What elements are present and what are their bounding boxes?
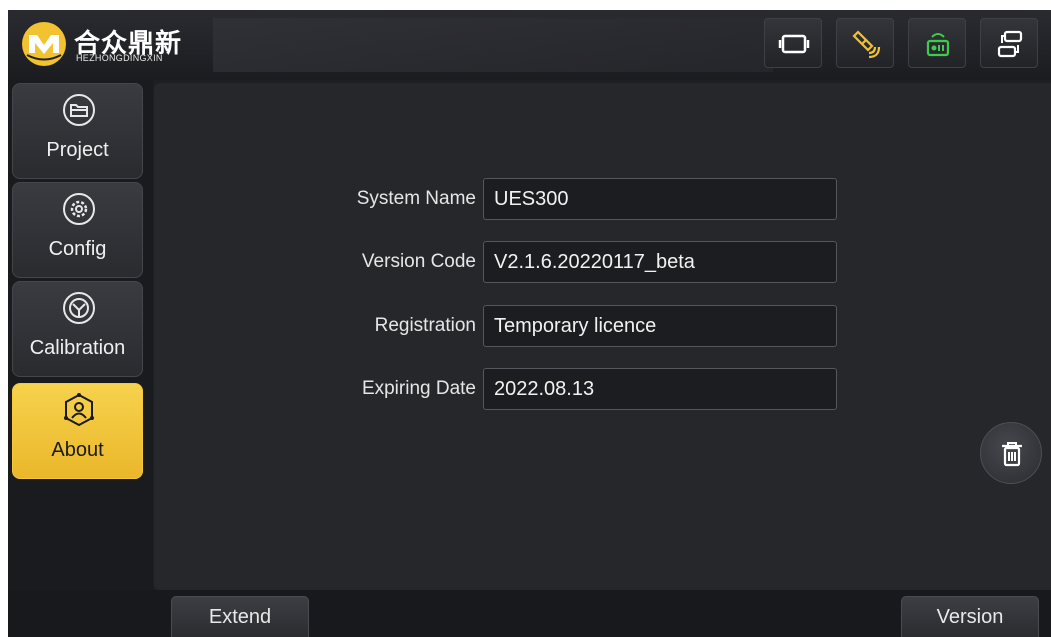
bottom-bar: Extend Version — [8, 590, 1051, 637]
top-bar: 合众鼎新 HEZHONGDINGXIN — [8, 10, 1051, 80]
system-name-field[interactable]: UES300 — [483, 178, 837, 220]
radio-signal-button[interactable] — [908, 18, 966, 68]
screen-frame-button[interactable] — [764, 18, 822, 68]
about-panel: System Name UES300 Version Code V2.1.6.2… — [154, 83, 1051, 590]
sidebar-item-label: Project — [46, 139, 109, 161]
version-code-label: Version Code — [361, 251, 476, 272]
delete-button[interactable] — [980, 422, 1042, 484]
sidebar-item-about[interactable]: About — [12, 383, 143, 479]
system-name-label: System Name — [356, 188, 476, 209]
sidebar-item-label: Config — [48, 238, 107, 260]
sidebar-item-config[interactable]: Config — [12, 182, 143, 278]
satellite-icon — [852, 30, 881, 59]
expiring-date-field[interactable]: 2022.08.13 — [483, 368, 837, 410]
folder-icon — [63, 94, 95, 126]
screen-frame-icon — [778, 34, 810, 54]
calibration-icon — [63, 292, 95, 324]
radio-signal-icon — [926, 33, 950, 57]
system-name-row: System Name UES300 — [154, 178, 1051, 222]
sidebar-item-label: About — [51, 439, 104, 461]
top-bar-panel — [213, 18, 773, 72]
version-button[interactable]: Version — [901, 596, 1039, 637]
registration-label: Registration — [374, 315, 476, 336]
satellite-button[interactable] — [836, 18, 894, 68]
connection-switch-button[interactable] — [980, 18, 1038, 68]
brand-logo: 合众鼎新 HEZHONGDINGXIN — [22, 22, 242, 68]
sidebar-item-project[interactable]: Project — [12, 83, 143, 179]
about-network-icon — [64, 393, 94, 427]
trash-icon — [1002, 442, 1022, 467]
sidebar: Project Config Calibration About — [8, 80, 153, 637]
gear-config-icon — [63, 193, 95, 225]
expiring-date-label: Expiring Date — [361, 378, 476, 399]
registration-field[interactable]: Temporary licence — [483, 305, 837, 347]
brand-name-en: HEZHONGDINGXIN — [76, 53, 163, 63]
sidebar-item-calibration[interactable]: Calibration — [12, 281, 143, 377]
extend-button[interactable]: Extend — [171, 596, 309, 637]
connection-switch-icon — [997, 30, 1023, 58]
logo-mark-icon — [22, 22, 66, 66]
expiring-date-row: Expiring Date 2022.08.13 — [154, 368, 1051, 412]
device-screen: 合众鼎新 HEZHONGDINGXIN Project Config Calib… — [8, 10, 1051, 637]
sidebar-item-label: Calibration — [29, 337, 126, 359]
registration-row: Registration Temporary licence — [154, 305, 1051, 349]
version-code-field[interactable]: V2.1.6.20220117_beta — [483, 241, 837, 283]
version-code-row: Version Code V2.1.6.20220117_beta — [154, 241, 1051, 285]
